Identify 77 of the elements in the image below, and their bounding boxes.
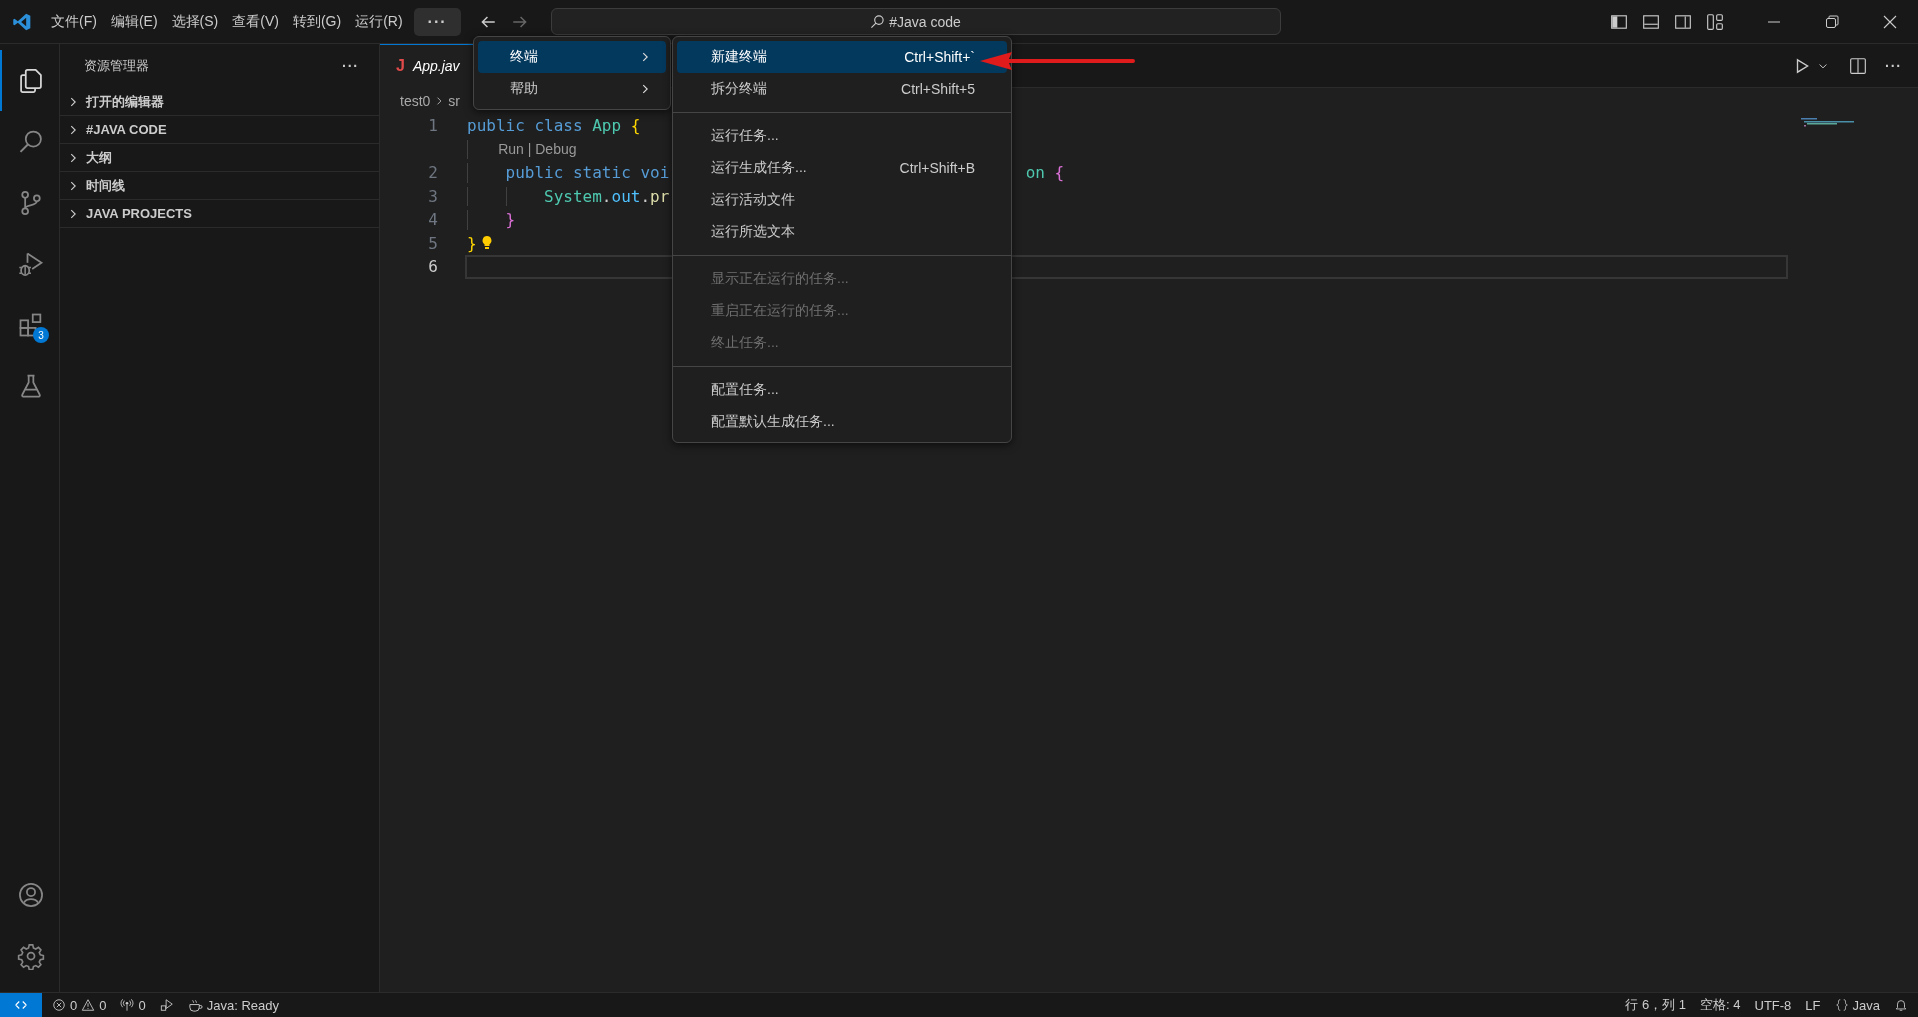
menu-bar-item[interactable]: 查看(V) xyxy=(225,8,286,35)
menu-bar-item[interactable]: 运行(R) xyxy=(348,8,410,35)
menu-item[interactable]: 配置默认生成任务... xyxy=(677,406,1007,438)
line-number: 4 xyxy=(427,210,438,230)
restore-icon[interactable] xyxy=(1824,13,1840,30)
braces-icon xyxy=(1834,998,1849,1012)
activity-bar-item[interactable]: 3 xyxy=(0,294,59,355)
status-item[interactable]: UTF-8 xyxy=(1754,997,1792,1013)
section-header[interactable]: JAVA PROJECTS xyxy=(60,200,379,228)
line-number: 2 xyxy=(427,163,438,183)
section-header[interactable]: 大纲 xyxy=(60,144,379,172)
ports-count[interactable]: 0 xyxy=(138,997,146,1013)
more-actions-button[interactable]: ··· xyxy=(342,58,359,74)
menu-bar-item[interactable]: 文件(F) xyxy=(44,8,104,35)
bell-icon[interactable] xyxy=(1894,998,1908,1012)
breadcrumb-item[interactable]: sr xyxy=(448,93,461,109)
menu-item[interactable]: 帮助 xyxy=(478,73,666,105)
code-text: } xyxy=(467,233,477,253)
java-status[interactable]: Java: Ready xyxy=(206,997,279,1013)
lightbulb-icon[interactable] xyxy=(480,235,493,252)
toggle-panel-icon[interactable] xyxy=(1642,12,1660,31)
menu-bar-item[interactable]: 选择(S) xyxy=(164,8,226,35)
line-number: 5 xyxy=(427,233,438,253)
toggle-sidebar-icon[interactable] xyxy=(1610,12,1628,31)
code-text: public static voi xyxy=(504,163,670,183)
broadcast-icon[interactable] xyxy=(120,998,135,1012)
more-menu-button[interactable]: ··· xyxy=(413,7,461,36)
menu-item[interactable]: 运行活动文件 xyxy=(677,184,1007,216)
menu-item: 终止任务... xyxy=(710,333,780,352)
menu-item[interactable]: 配置任务... xyxy=(677,374,1007,406)
menu-bar-item[interactable]: 编辑(E) xyxy=(103,8,165,35)
panel-title: 资源管理器 xyxy=(84,57,149,75)
more-actions-button[interactable]: ··· xyxy=(1885,57,1902,74)
warning-icon[interactable] xyxy=(81,998,96,1012)
close-icon[interactable] xyxy=(1882,13,1898,30)
menu-item: 重启正在运行的任务... xyxy=(710,301,850,320)
status-item[interactable]: LF xyxy=(1805,997,1821,1013)
menu-item[interactable]: 运行任务... xyxy=(677,120,1007,152)
command-center-field[interactable]: #Java code xyxy=(550,8,1281,35)
section-header[interactable]: 打开的编辑器 xyxy=(60,88,379,116)
error-icon[interactable] xyxy=(52,998,66,1012)
line-number: 6 xyxy=(427,257,438,277)
breadcrumb-item[interactable]: test0 xyxy=(400,93,431,109)
count-badge: 3 xyxy=(33,327,49,343)
editor-logo-icon xyxy=(12,11,32,32)
error-count[interactable]: 0 xyxy=(70,997,78,1013)
menu-item: 显示正在运行的任务... xyxy=(710,269,850,288)
editor-tab[interactable]: J App.jav xyxy=(380,43,476,88)
search-icon xyxy=(870,14,886,29)
section-header[interactable]: #JAVA CODE xyxy=(60,116,379,144)
code-text: } xyxy=(504,210,516,230)
status-item[interactable]: 行 6，列 1 xyxy=(1625,996,1687,1014)
remote-icon xyxy=(14,998,28,1012)
remote-button[interactable] xyxy=(0,993,42,1017)
line-number: 3 xyxy=(427,186,438,206)
account-icon[interactable] xyxy=(16,880,45,909)
language-mode[interactable]: Java xyxy=(1852,997,1880,1013)
code-text: public class App { xyxy=(467,116,641,136)
debug-launch-icon[interactable] xyxy=(159,998,174,1012)
status-item[interactable]: 空格: 4 xyxy=(1700,996,1741,1014)
menu-item[interactable]: 运行所选文本 xyxy=(677,216,1007,248)
menu-bar-item[interactable]: 转到(G) xyxy=(285,8,349,35)
menu-item[interactable]: 拆分终端 Ctrl+Shift+5 xyxy=(677,73,1007,105)
line-number: 1 xyxy=(427,116,438,136)
code-text: on { xyxy=(1025,163,1065,183)
menu-item[interactable]: 新建终端 Ctrl+Shift+` xyxy=(677,41,1007,73)
coffee-cup-icon xyxy=(187,997,203,1013)
codelens-links[interactable]: Run | Debug xyxy=(498,141,577,158)
layout-icon[interactable] xyxy=(1706,12,1724,31)
menu-item[interactable]: 终端 xyxy=(478,41,666,73)
menu-item[interactable]: 运行生成任务... Ctrl+Shift+B xyxy=(677,152,1007,184)
toggle-secondary-sidebar-icon[interactable] xyxy=(1674,12,1692,31)
settings-icon[interactable] xyxy=(16,941,45,970)
section-header[interactable]: 时间线 xyxy=(60,172,379,200)
code-text: System.out.pr xyxy=(543,186,670,206)
split-editor-icon[interactable] xyxy=(1849,56,1867,75)
warning-count[interactable]: 0 xyxy=(99,997,107,1013)
